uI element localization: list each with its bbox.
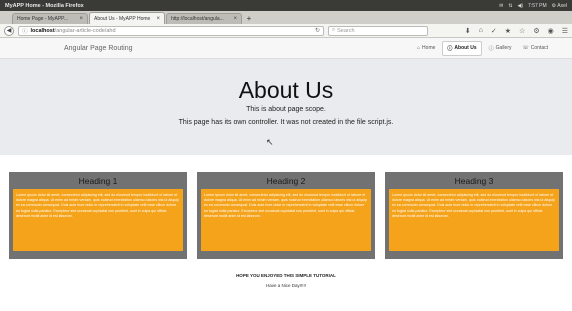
tab-localhost[interactable]: http://localhost/angula... × (166, 13, 242, 24)
url-host: localhost (30, 27, 55, 34)
card: Heading 2 Lorem ipsum dolor sit amet, co… (197, 172, 375, 259)
mouse-cursor-icon: ↖ (266, 137, 274, 147)
home-icon[interactable]: ⌂ (479, 27, 483, 35)
footer-line-2: Have a Nice Day!!!!! (265, 283, 306, 288)
nav-contact[interactable]: ☏ Contact (519, 42, 553, 54)
toolbar-icons: ⬇ ⌂ ✓ ★ ☆ ⚙ ◉ ☰ (465, 27, 568, 35)
search-icon: ⌕ (332, 27, 336, 33)
shield-icon[interactable]: ⚙ (533, 27, 539, 35)
tab-label: About Us - MyAPP Home (94, 15, 151, 22)
close-icon[interactable]: × (79, 16, 83, 22)
user-menu[interactable]: ⚙ Axel (552, 3, 567, 9)
nav-about[interactable]: ⓘ About Us (442, 40, 482, 56)
page-title: About Us (238, 77, 334, 103)
download-icon[interactable]: ⬇ (465, 27, 471, 35)
record-icon[interactable]: ◉ (548, 27, 554, 35)
contact-icon: ☏ (522, 45, 529, 51)
nav-label: Gallery (495, 45, 512, 51)
new-tab-button[interactable]: + (243, 13, 255, 24)
card: Heading 1 Lorem ipsum dolor sit amet, co… (9, 172, 187, 259)
card-body: Lorem ipsum dolor sit amet, consectetur … (201, 189, 371, 251)
search-placeholder: Search (337, 27, 355, 34)
back-button[interactable]: ◀ (4, 25, 14, 36)
info-icon: ⓘ (447, 45, 453, 52)
search-input[interactable]: ⌕ Search (328, 25, 428, 36)
star-icon[interactable]: ☆ (519, 27, 525, 35)
window-title: MyAPP Home - Mozilla Firefox (5, 2, 84, 9)
tab-strip: Home Page - MyAPP... × About Us - MyAPP … (0, 11, 572, 24)
footer-line-1: HOPE YOU ENJOYED THIS SIMPLE TUTORIAL (236, 273, 336, 278)
tab-about[interactable]: About Us - MyAPP Home × (89, 12, 165, 24)
info-icon[interactable]: ⓘ (22, 27, 28, 35)
card-row: Heading 1 Lorem ipsum dolor sit amet, co… (0, 172, 572, 259)
home-icon: ⌂ (417, 45, 421, 51)
nav-label: About Us (454, 45, 477, 51)
clock[interactable]: 7:57 PM (528, 3, 547, 9)
url-path: /angular-article-code/ahd (54, 27, 116, 34)
network-icon[interactable]: ⇅ (508, 3, 512, 9)
card-heading: Heading 3 (385, 172, 563, 189)
mail-icon[interactable]: ✉ (499, 3, 503, 9)
site-nav: ⌂ Home ⓘ About Us ⓘ Gallery ☏ Contact (413, 40, 553, 56)
gallery-icon: ⓘ (488, 45, 494, 52)
footer: HOPE YOU ENJOYED THIS SIMPLE TUTORIAL Ha… (0, 273, 572, 288)
system-tray: ✉ ⇅ ◀) 7:57 PM ⚙ Axel (499, 3, 567, 9)
card: Heading 3 Lorem ipsum dolor sit amet, co… (385, 172, 563, 259)
pocket-icon[interactable]: ✓ (491, 27, 497, 35)
tab-label: http://localhost/angula... (171, 16, 224, 22)
close-icon[interactable]: × (156, 16, 160, 22)
nav-label: Home (422, 45, 436, 51)
browser-navbar: ◀ ⓘ localhost/angular-article-code/ahd ↻… (0, 24, 572, 38)
card-heading: Heading 2 (197, 172, 375, 189)
bookmark-icon[interactable]: ★ (505, 27, 511, 35)
volume-icon[interactable]: ◀) (518, 3, 524, 9)
card-heading: Heading 1 (9, 172, 187, 189)
nav-gallery[interactable]: ⓘ Gallery (485, 42, 516, 55)
url-bar[interactable]: ⓘ localhost/angular-article-code/ahd ↻ (18, 25, 324, 36)
tab-label: Home Page - MyAPP... (17, 16, 69, 22)
close-icon[interactable]: × (233, 16, 237, 22)
jumbotron: About Us This is about page scope. This … (0, 59, 572, 155)
brand-title[interactable]: Angular Page Routing (64, 45, 133, 52)
page-description: This page has its own controller. It was… (178, 119, 394, 126)
reload-icon[interactable]: ↻ (315, 27, 320, 34)
page-subtitle: This is about page scope. (246, 106, 326, 113)
menu-icon[interactable]: ☰ (562, 27, 568, 35)
card-body: Lorem ipsum dolor sit amet, consectetur … (389, 189, 559, 251)
os-title-bar: MyAPP Home - Mozilla Firefox ✉ ⇅ ◀) 7:57… (0, 0, 572, 11)
site-header: Angular Page Routing ⌂ Home ⓘ About Us ⓘ Ga… (0, 38, 572, 59)
tab-home[interactable]: Home Page - MyAPP... × (12, 13, 88, 24)
nav-home[interactable]: ⌂ Home (413, 42, 439, 54)
card-body: Lorem ipsum dolor sit amet, consectetur … (13, 189, 183, 251)
nav-label: Contact (530, 45, 548, 51)
